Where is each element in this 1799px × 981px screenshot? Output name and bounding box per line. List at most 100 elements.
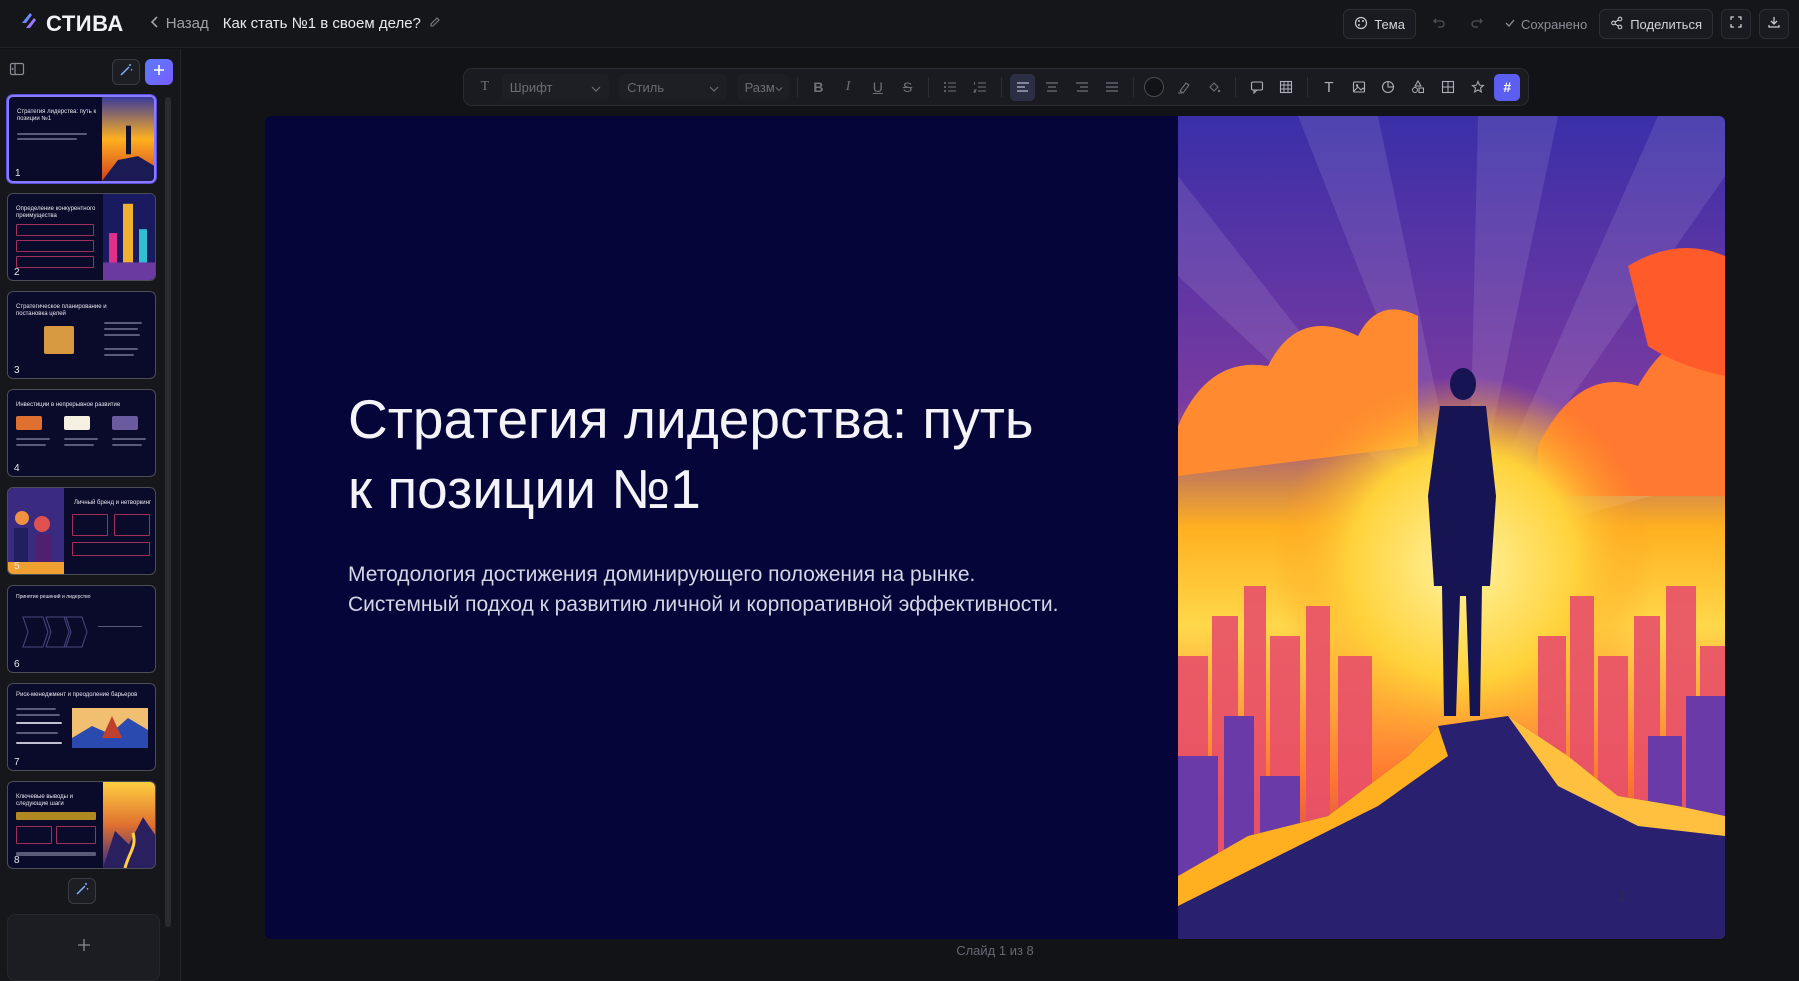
- logo-text: СТИВА: [46, 10, 124, 36]
- insert-icon-star-icon[interactable]: [1465, 74, 1491, 101]
- thumbnail-card: [16, 240, 94, 252]
- logo[interactable]: СТИВА: [18, 10, 124, 37]
- size-dropdown[interactable]: Разм: [736, 74, 789, 100]
- share-icon: [1610, 16, 1624, 33]
- slide-thumbnail-7[interactable]: Риск-менеджмент и преодоление барьеров 7: [7, 683, 156, 771]
- bulleted-list-icon[interactable]: [937, 74, 963, 101]
- slides-sidebar: Стратегия лидерства: путь к позиции №1 1…: [0, 49, 181, 981]
- slide-thumbnail-1[interactable]: Стратегия лидерства: путь к позиции №1 1: [7, 95, 156, 183]
- thumbnail-title: Стратегия лидерства: путь к позиции №1: [17, 109, 97, 122]
- slide-thumbnail-3[interactable]: Стратегическое планирование и постановка…: [7, 291, 156, 379]
- thumbnail-title: Ключевые выводы и следующие шаги: [16, 794, 73, 807]
- pencil-icon[interactable]: [429, 15, 441, 32]
- bold-icon[interactable]: B: [806, 74, 832, 101]
- chevron-down-icon: [709, 80, 719, 95]
- insert-text-icon[interactable]: T: [1316, 74, 1342, 101]
- insert-chart-icon[interactable]: [1376, 74, 1402, 101]
- chevron-left-icon: [150, 15, 160, 32]
- insert-image-icon[interactable]: [1346, 74, 1372, 101]
- thumbnail-number: 2: [14, 267, 20, 278]
- magic-wand-icon: [119, 63, 133, 82]
- thumbnail-image: [103, 782, 155, 868]
- thumbnail-card: [72, 542, 150, 556]
- slide-thumbnail-8[interactable]: Ключевые выводы и следующие шаги 8: [7, 781, 156, 869]
- fill-bucket-icon[interactable]: [1201, 74, 1227, 101]
- slide-thumbnail-5[interactable]: Личный бренд и нетворкинг 5: [7, 487, 156, 575]
- thumbnail-image: [72, 708, 148, 748]
- thumbnail-icon-tile: [112, 416, 138, 430]
- color-swatch: [1144, 77, 1165, 97]
- table-icon[interactable]: [1273, 74, 1299, 101]
- thumbnail-card: [16, 256, 94, 268]
- insert-grid-icon[interactable]: [1435, 74, 1461, 101]
- thumbnail-number: 1: [15, 168, 21, 179]
- thumbnail-text-line: [64, 444, 94, 446]
- slide-thumbnail-6[interactable]: Принятие решений и лидерство 6: [7, 585, 156, 673]
- ai-generate-button[interactable]: [112, 59, 140, 85]
- font-dropdown[interactable]: Шрифт: [501, 74, 610, 100]
- thumbnail-matrix: [44, 326, 74, 354]
- thumbnail-image: [103, 194, 155, 280]
- thumbnail-text-line: [16, 852, 96, 856]
- align-right-icon[interactable]: [1069, 74, 1095, 101]
- thumbnail-number: 3: [14, 365, 20, 376]
- thumbnail-title: Риск-менеджмент и преодоление барьеров: [16, 692, 138, 698]
- slide-canvas[interactable]: Стратегия лидерства: путь к позиции №1 М…: [265, 116, 1725, 939]
- slide-title[interactable]: Стратегия лидерства: путь к позиции №1: [348, 384, 1068, 524]
- new-slide-button[interactable]: [7, 914, 160, 981]
- add-slide-button[interactable]: [145, 59, 173, 85]
- thumbnail-number: 5: [14, 561, 20, 572]
- undo-button[interactable]: [1424, 9, 1454, 39]
- sidebar-collapse-icon: [9, 62, 25, 81]
- redo-button[interactable]: [1462, 9, 1492, 39]
- top-bar: СТИВА Назад Как стать №1 в своем деле? Т…: [0, 0, 1799, 48]
- slide-illustration[interactable]: 1: [1178, 116, 1725, 939]
- align-justify-icon[interactable]: [1099, 74, 1125, 101]
- chevron-down-icon: [775, 80, 783, 95]
- style-dropdown[interactable]: Стиль: [619, 74, 727, 100]
- comment-icon[interactable]: [1244, 74, 1270, 101]
- style-dropdown-label: Стиль: [627, 79, 665, 95]
- saved-status: Сохранено: [1500, 17, 1591, 32]
- magic-wand-icon: [75, 882, 89, 901]
- thumbnail-text-line: [16, 714, 60, 716]
- underline-icon[interactable]: U: [865, 74, 891, 101]
- plus-icon: [77, 938, 91, 957]
- share-button[interactable]: Поделиться: [1599, 9, 1713, 39]
- highlighter-icon[interactable]: [1171, 74, 1197, 101]
- toolbar-divider: [1000, 77, 1002, 97]
- thumbnail-text-line: [16, 742, 62, 744]
- thumbnail-card: [16, 826, 52, 844]
- text-type-button[interactable]: T: [472, 74, 498, 101]
- thumbnail-text-line: [17, 138, 77, 140]
- slide-thumbnail-4[interactable]: Инвестиции в непрерывное развитие 4: [7, 389, 156, 477]
- thumbnail-number: 4: [14, 463, 20, 474]
- numbered-list-icon[interactable]: [967, 74, 993, 101]
- thumbnail-text-line: [104, 354, 134, 356]
- sidebar-scrollbar[interactable]: [165, 97, 171, 927]
- thumbnail-title: Принятие решений и лидерство: [16, 594, 91, 600]
- undo-icon: [1432, 15, 1446, 34]
- document-title[interactable]: Как стать №1 в своем деле?: [223, 15, 441, 32]
- thumbnail-icon-tile: [64, 416, 90, 430]
- text-color-button[interactable]: [1142, 74, 1168, 101]
- align-left-icon[interactable]: [1009, 73, 1036, 101]
- hashtag-icon[interactable]: #: [1494, 73, 1521, 101]
- thumbnail-card: [114, 514, 150, 536]
- strikethrough-icon[interactable]: S: [895, 74, 921, 101]
- italic-icon[interactable]: I: [835, 74, 861, 101]
- slide-thumbnail-2[interactable]: Определение конкурентного преимущества 2: [7, 193, 156, 281]
- theme-button[interactable]: Тема: [1343, 9, 1416, 39]
- ai-generate-slide-button[interactable]: [68, 878, 96, 904]
- slide-subtitle[interactable]: Методология достижения доминирующего пол…: [348, 560, 1068, 620]
- align-center-icon[interactable]: [1039, 74, 1065, 101]
- sidebar-collapse-button[interactable]: [9, 61, 25, 82]
- insert-shapes-icon[interactable]: [1405, 74, 1431, 101]
- download-button[interactable]: [1759, 9, 1789, 39]
- back-button[interactable]: Назад: [150, 15, 209, 32]
- thumbnail-text-line: [104, 334, 140, 336]
- chevron-down-icon: [591, 80, 601, 95]
- theme-label: Тема: [1374, 16, 1405, 32]
- fullscreen-button[interactable]: [1721, 9, 1751, 39]
- document-title-text: Как стать №1 в своем деле?: [222, 15, 421, 32]
